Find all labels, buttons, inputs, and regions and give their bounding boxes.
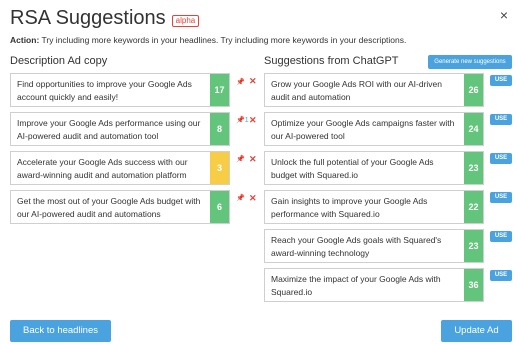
action-message: Action: Try including more keywords in y… — [10, 35, 406, 45]
pin-icon[interactable]: 📌 — [236, 194, 245, 202]
use-button[interactable]: USE — [490, 231, 512, 242]
back-to-headlines-button[interactable]: Back to headlines — [10, 320, 111, 342]
suggestion-card: Grow your Google Ads ROI with our AI-dri… — [264, 73, 484, 107]
suggestion-text: Reach your Google Ads goals with Squared… — [271, 235, 442, 258]
suggestion-text: Unlock the full potential of your Google… — [271, 157, 434, 180]
use-button[interactable]: USE — [490, 75, 512, 86]
score-badge: 3 — [210, 152, 229, 184]
score-badge: 23 — [464, 230, 483, 262]
score-badge: 26 — [464, 74, 483, 106]
remove-icon[interactable]: ✕ — [249, 154, 257, 165]
use-button[interactable]: USE — [490, 114, 512, 125]
suggestion-text: Grow your Google Ads ROI with our AI-dri… — [271, 79, 443, 102]
suggestion-card: Optimize your Google Ads campaigns faste… — [264, 112, 484, 146]
score-badge: 24 — [464, 113, 483, 145]
score-badge: 23 — [464, 152, 483, 184]
remove-icon[interactable]: ✕ — [249, 193, 257, 204]
description-card: Get the most out of your Google Ads budg… — [10, 190, 230, 224]
suggestion-text: Optimize your Google Ads campaigns faste… — [271, 118, 455, 141]
alpha-badge: alpha — [171, 14, 200, 27]
description-text: Accelerate your Google Ads success with … — [17, 157, 188, 180]
description-text: Improve your Google Ads performance usin… — [17, 118, 201, 141]
pin-icon[interactable]: 📌 — [236, 78, 245, 86]
score-badge: 8 — [210, 113, 229, 145]
use-button[interactable]: USE — [490, 192, 512, 203]
pin-icon[interactable]: 📌 — [236, 155, 245, 163]
score-badge: 36 — [464, 269, 483, 301]
score-badge: 22 — [464, 191, 483, 223]
description-column-title: Description Ad copy — [10, 55, 108, 67]
suggestion-card: Unlock the full potential of your Google… — [264, 151, 484, 185]
score-badge: 17 — [210, 74, 229, 106]
generate-suggestions-button[interactable]: Generate new suggestions — [428, 55, 512, 69]
description-card: Accelerate your Google Ads success with … — [10, 151, 230, 185]
action-text: Try including more keywords in your head… — [39, 35, 407, 45]
suggestion-card: Reach your Google Ads goals with Squared… — [264, 229, 484, 263]
description-card: Improve your Google Ads performance usin… — [10, 112, 230, 146]
remove-icon[interactable]: ✕ — [249, 76, 257, 87]
page-title: RSA Suggestions — [10, 7, 166, 29]
remove-icon[interactable]: ✕ — [249, 115, 257, 126]
score-badge: 6 — [210, 191, 229, 223]
suggestion-text: Maximize the impact of your Google Ads w… — [271, 274, 441, 297]
suggestion-text: Gain insights to improve your Google Ads… — [271, 196, 428, 219]
suggestions-column-title: Suggestions from ChatGPT — [264, 55, 399, 67]
description-text: Get the most out of your Google Ads budg… — [17, 196, 201, 219]
use-button[interactable]: USE — [490, 270, 512, 281]
suggestion-card: Maximize the impact of your Google Ads w… — [264, 268, 484, 302]
suggestion-card: Gain insights to improve your Google Ads… — [264, 190, 484, 224]
action-label: Action: — [10, 35, 40, 45]
description-text: Find opportunities to improve your Googl… — [17, 79, 192, 102]
close-icon[interactable]: × — [500, 8, 508, 22]
use-button[interactable]: USE — [490, 153, 512, 164]
header: RSA Suggestions alpha — [10, 7, 200, 30]
description-card: Find opportunities to improve your Googl… — [10, 73, 230, 107]
update-ad-button[interactable]: Update Ad — [441, 320, 512, 342]
pin-icon[interactable]: 📌1 — [236, 116, 249, 124]
